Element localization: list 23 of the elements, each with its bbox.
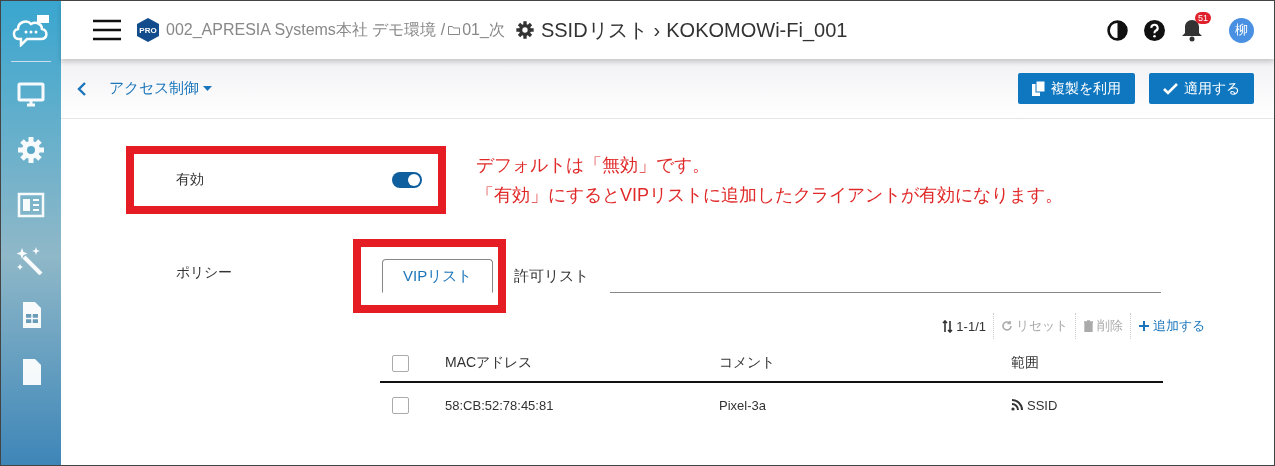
policy-tab[interactable]: VIPリスト <box>382 259 494 293</box>
policy-label: ポリシー <box>176 264 232 282</box>
column-header: 範囲 <box>1011 354 1040 372</box>
table-cell: SSID <box>1027 397 1058 413</box>
notification-badge: 51 <box>1195 12 1211 24</box>
column-header: MACアドレス <box>445 354 534 372</box>
plan-badge-text: PRO <box>138 25 158 35</box>
page-title: SSIDリスト <box>540 17 648 43</box>
table-cell-text: Pixel-3a <box>719 397 767 413</box>
annotation-note: デフォルトは「無効」です。 「有効」にするとVIPリストに追加したクライアントが有効になります。 <box>476 154 1063 207</box>
folder-name[interactable]: 01_次 <box>462 19 505 41</box>
table-cell-text: 58:CB:52:78:45:81 <box>445 397 555 413</box>
column-header: コメント <box>719 354 776 372</box>
page-subtitle: KOKOMOWi-Fi_001 <box>666 18 848 42</box>
apply-button[interactable]: 適用する <box>1149 73 1254 104</box>
duplicate-button[interactable]: 複製を利用 <box>1018 73 1135 104</box>
enable-label: 有効 <box>176 171 204 189</box>
section-dropdown[interactable]: アクセス制御 <box>109 79 212 98</box>
breadcrumb[interactable]: 002_APRESIA Systems本社 デモ環境 / <box>166 19 446 41</box>
user-avatar[interactable]: 柳 <box>1229 17 1254 43</box>
count-button[interactable]: 1-1/1 <box>935 313 993 339</box>
add-button[interactable]: 追加する <box>1130 313 1212 339</box>
breadcrumb-separator: › <box>653 18 661 42</box>
